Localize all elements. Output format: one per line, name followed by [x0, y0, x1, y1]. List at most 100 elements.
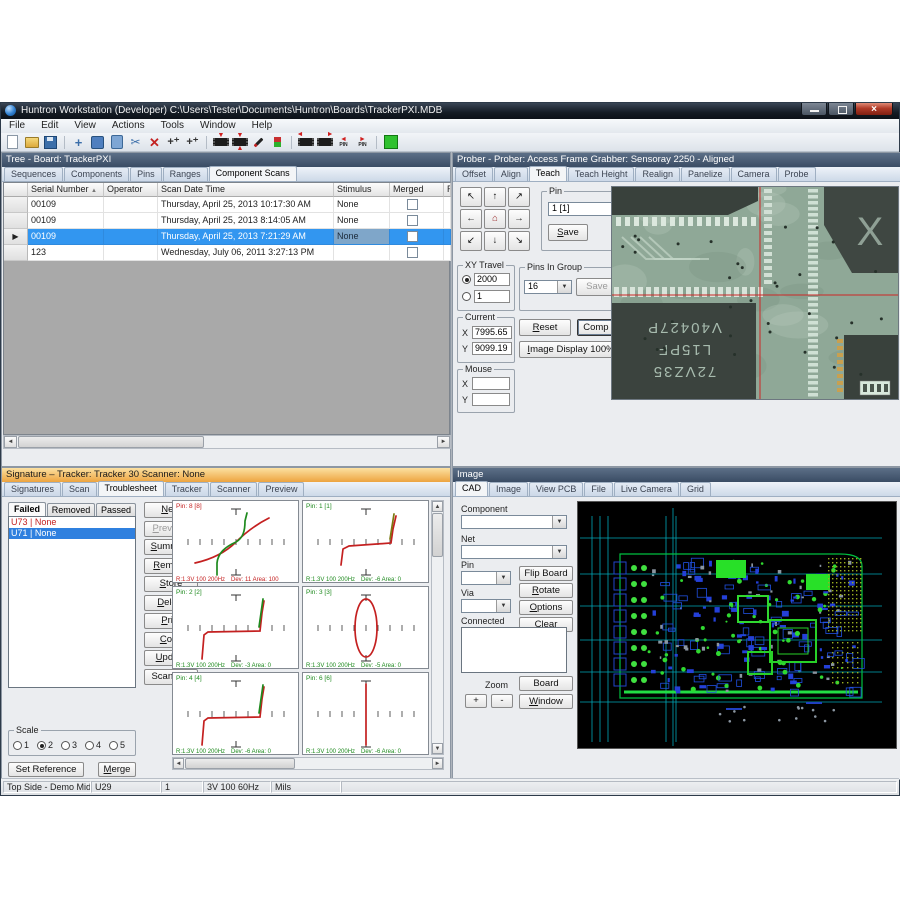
merged-checkbox[interactable] — [407, 215, 418, 226]
minimize-button[interactable] — [801, 103, 827, 116]
scroll-right-icon[interactable]: ► — [437, 436, 450, 448]
xy-speed-fast-input[interactable]: 2000 — [474, 273, 510, 286]
cad-view[interactable] — [577, 501, 897, 749]
scale-5-radio[interactable] — [109, 741, 118, 750]
scale-3-radio[interactable] — [61, 741, 70, 750]
xy-speed-fast-radio[interactable] — [462, 275, 471, 284]
tab-troublesheet[interactable]: Troublesheet — [98, 481, 164, 496]
rotate-button[interactable]: Rotate — [519, 583, 573, 598]
col-serial-number[interactable]: Serial Number ▲ — [28, 183, 104, 197]
connected-list[interactable] — [461, 627, 567, 673]
board-button[interactable]: Board — [519, 676, 573, 691]
scroll-left-icon[interactable]: ◄ — [173, 758, 184, 769]
signature-plot[interactable]: Pin: 4 [4]R:1.3V 100 200HzDev: -6 Area: … — [172, 672, 299, 755]
tab-tracker[interactable]: Tracker — [165, 482, 209, 496]
tab-scan[interactable]: Scan — [62, 482, 97, 496]
tab-offset[interactable]: Offset — [455, 167, 493, 181]
tab-failed[interactable]: Failed — [8, 502, 46, 516]
scale-4-radio[interactable] — [85, 741, 94, 750]
tab-teach-height[interactable]: Teach Height — [568, 167, 635, 181]
signature-plot[interactable]: Pin: 6 [6]R:1.3V 100 200HzDev: -6 Area: … — [302, 672, 429, 755]
list-item-selected[interactable]: U71 | None — [9, 528, 135, 539]
close-button[interactable]: × — [855, 103, 893, 116]
jog-down-left-button[interactable]: ↙ — [460, 231, 482, 251]
signature-plot[interactable]: Pin: 8 [8]R:1.3V 100 200HzDev: 11 Area: … — [172, 500, 299, 583]
component-status-icon[interactable] — [269, 134, 286, 150]
jog-right-button[interactable]: → — [508, 209, 530, 229]
set-reference-button[interactable]: Set Reference — [8, 762, 84, 777]
tab-scanner[interactable]: Scanner — [210, 482, 258, 496]
tab-image[interactable]: Image — [489, 482, 528, 496]
tab-preview[interactable]: Preview — [258, 482, 304, 496]
open-folder-icon[interactable] — [23, 134, 40, 150]
scroll-left-icon[interactable]: ◄ — [4, 436, 17, 448]
next-component-icon[interactable]: ► — [316, 134, 333, 150]
pin-save-button[interactable]: Save — [548, 224, 588, 241]
col-r[interactable]: R — [444, 183, 451, 197]
add-point-alt-icon[interactable]: +⁺ — [184, 134, 201, 150]
zoom-out-button[interactable]: - — [491, 694, 513, 708]
window-button[interactable]: Window — [519, 694, 573, 709]
menu-view[interactable]: View — [66, 119, 104, 133]
merged-checkbox[interactable] — [407, 231, 418, 242]
menu-file[interactable]: File — [1, 119, 33, 133]
tab-view-pcb[interactable]: View PCB — [529, 482, 583, 496]
add-point-icon[interactable]: +⁺ — [165, 134, 182, 150]
jog-left-button[interactable]: ← — [460, 209, 482, 229]
camera-view[interactable]: V40427PL15PF72VZ35X — [611, 186, 899, 400]
tab-removed[interactable]: Removed — [47, 503, 95, 516]
chevron-down-icon[interactable]: ▼ — [552, 516, 566, 528]
tab-file[interactable]: File — [584, 482, 613, 496]
chevron-down-icon[interactable]: ▼ — [496, 572, 510, 584]
new-document-icon[interactable] — [4, 134, 21, 150]
delete-icon[interactable]: ✕ — [146, 134, 163, 150]
start-scan-icon[interactable] — [382, 134, 399, 150]
scroll-thumb[interactable] — [185, 758, 295, 769]
via-select[interactable]: ▼ — [461, 599, 511, 613]
jog-up-button[interactable]: ↑ — [484, 187, 506, 207]
xy-speed-slow-radio[interactable] — [462, 292, 471, 301]
probe-icon[interactable] — [250, 134, 267, 150]
tab-grid[interactable]: Grid — [680, 482, 711, 496]
clipboard-icon[interactable] — [108, 134, 125, 150]
menu-tools[interactable]: Tools — [153, 119, 192, 133]
tab-signatures[interactable]: Signatures — [4, 482, 61, 496]
menu-actions[interactable]: Actions — [104, 119, 153, 133]
scroll-down-icon[interactable]: ▼ — [432, 743, 443, 754]
jog-down-button[interactable]: ↓ — [484, 231, 506, 251]
merged-checkbox[interactable] — [407, 199, 418, 210]
tab-realign[interactable]: Realign — [635, 167, 680, 181]
pin-select[interactable]: ▼ — [461, 571, 511, 585]
options-button[interactable]: Options — [519, 600, 573, 615]
scan-component-up-icon[interactable]: ▼▲ — [231, 134, 248, 150]
jog-down-right-button[interactable]: ↘ — [508, 231, 530, 251]
chevron-down-icon[interactable]: ▼ — [496, 600, 510, 612]
merged-checkbox[interactable] — [407, 247, 418, 258]
cut-icon[interactable]: ✂ — [127, 134, 144, 150]
tab-component-scans[interactable]: Component Scans — [209, 166, 297, 181]
component-select[interactable]: ▼ — [461, 515, 567, 529]
col-scan-date[interactable]: Scan Date Time — [158, 183, 334, 197]
tree-h-scrollbar[interactable]: ◄ ► — [3, 435, 451, 449]
tab-camera[interactable]: Camera — [731, 167, 777, 181]
save-icon[interactable] — [42, 134, 59, 150]
home-button[interactable]: ⌂ — [484, 209, 506, 229]
tab-teach[interactable]: Teach — [529, 166, 567, 181]
plots-v-scrollbar[interactable]: ▲ ▼ — [431, 500, 444, 755]
list-item[interactable]: U73 | None — [9, 517, 135, 528]
next-pin-icon[interactable]: ►PIN — [354, 134, 371, 150]
signature-plot[interactable]: Pin: 3 [3]R:1.3V 100 200HzDev: -5 Area: … — [302, 586, 429, 669]
chevron-down-icon[interactable]: ▼ — [552, 546, 566, 558]
zoom-in-button[interactable]: + — [465, 694, 487, 708]
board-icon[interactable] — [89, 134, 106, 150]
tab-align[interactable]: Align — [494, 167, 528, 181]
scroll-right-icon[interactable]: ► — [432, 758, 443, 769]
scan-component-down-icon[interactable]: ▼ — [212, 134, 229, 150]
tab-probe[interactable]: Probe — [778, 167, 816, 181]
window-titlebar[interactable]: Huntron Workstation (Developer) C:\Users… — [1, 103, 899, 119]
scroll-thumb[interactable] — [432, 513, 443, 557]
menu-window[interactable]: Window — [192, 119, 244, 133]
scale-1-radio[interactable] — [13, 741, 22, 750]
add-icon[interactable]: + — [70, 134, 87, 150]
image-display-button[interactable]: Image Display 100% — [519, 341, 623, 358]
